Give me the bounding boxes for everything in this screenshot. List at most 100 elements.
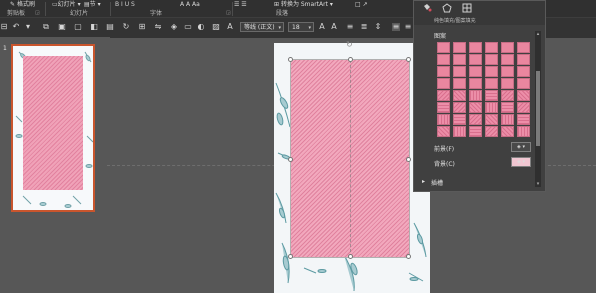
pattern-swatch[interactable] [437, 42, 450, 53]
pattern-swatch[interactable] [501, 42, 514, 53]
pattern-swatch[interactable] [469, 126, 482, 137]
pattern-swatch[interactable] [453, 102, 466, 113]
pattern-swatch[interactable] [501, 114, 514, 125]
rotate-icon[interactable]: ↻ [122, 23, 130, 31]
background-color-button[interactable]: ◈ ▾ [511, 157, 531, 167]
effects-pentagon-icon[interactable] [442, 3, 452, 13]
shape-icons[interactable]: □ ↗ [355, 1, 368, 8]
scroll-up-icon[interactable]: ▴ [535, 31, 541, 37]
pattern-swatch[interactable] [517, 114, 530, 125]
pattern-swatch[interactable] [485, 54, 498, 65]
pattern-swatch[interactable] [437, 54, 450, 65]
pattern-swatch[interactable] [469, 66, 482, 77]
pattern-swatch[interactable] [437, 114, 450, 125]
line-spacing-icon[interactable]: ⇕ [374, 23, 382, 31]
shape-fill-icon[interactable]: ◈ [170, 23, 178, 31]
panel-scrollbar[interactable]: ▴ ▾ [535, 31, 541, 187]
resize-handle-top-left[interactable] [288, 57, 293, 62]
resize-handle-bottom-right[interactable] [406, 254, 411, 259]
redo-icon[interactable]: ▾ [24, 23, 32, 31]
pattern-swatch[interactable] [469, 102, 482, 113]
arrange-icon[interactable]: ▤ [106, 23, 114, 31]
pattern-swatch[interactable] [437, 78, 450, 89]
pattern-swatch[interactable] [501, 66, 514, 77]
pattern-swatch[interactable] [469, 54, 482, 65]
new-slide-button[interactable]: ▭幻灯片 ▾ [52, 1, 81, 8]
pattern-swatch[interactable] [501, 126, 514, 137]
pattern-swatch[interactable] [517, 54, 530, 65]
pattern-swatch[interactable] [485, 66, 498, 77]
pattern-swatch[interactable] [469, 90, 482, 101]
numbering-icon[interactable]: ≣ [360, 23, 368, 31]
pattern-swatch[interactable] [453, 54, 466, 65]
pattern-swatch[interactable] [453, 66, 466, 77]
resize-handle-bottom-left[interactable] [288, 254, 293, 259]
clipboard-launcher-icon[interactable]: ◲ [35, 10, 40, 16]
picture-icon[interactable]: ▨ [212, 23, 220, 31]
pattern-swatch[interactable] [517, 42, 530, 53]
font-launcher-icon[interactable]: ◲ [226, 10, 231, 16]
resize-handle-top[interactable] [348, 57, 353, 62]
font-size-combo[interactable]: 18 ▾ [288, 22, 314, 32]
pattern-swatch[interactable] [437, 66, 450, 77]
pattern-swatch[interactable] [437, 102, 450, 113]
resize-handle-left[interactable] [288, 157, 293, 162]
bullets-icon[interactable]: ≡ [346, 23, 354, 31]
pattern-swatch[interactable] [453, 42, 466, 53]
pattern-swatch[interactable] [485, 90, 498, 101]
insert-section-label[interactable]: 插槽 [431, 178, 443, 187]
start-icon[interactable]: ⊟ [0, 23, 8, 31]
fill-line-icon[interactable] [422, 3, 432, 13]
pattern-swatch[interactable] [437, 90, 450, 101]
pattern-swatch[interactable] [501, 90, 514, 101]
section-button[interactable]: ▤节 ▾ [84, 1, 101, 8]
pattern-swatch[interactable] [469, 114, 482, 125]
pattern-swatch[interactable] [501, 78, 514, 89]
pattern-swatch[interactable] [485, 78, 498, 89]
resize-handle-right[interactable] [406, 157, 411, 162]
increase-font-icon[interactable]: A [318, 23, 326, 31]
pattern-swatch[interactable] [517, 90, 530, 101]
paste-icon[interactable]: ▣ [58, 23, 66, 31]
pattern-swatch[interactable] [485, 126, 498, 137]
font-color-icon[interactable]: A [226, 23, 234, 31]
pattern-swatch[interactable] [517, 102, 530, 113]
group-icon[interactable]: ⊞ [138, 23, 146, 31]
font-name-combo[interactable]: 等线 (正文) ▾ [240, 22, 284, 32]
pattern-swatch[interactable] [517, 126, 530, 137]
foreground-color-button[interactable]: ◈ ▾ [511, 142, 531, 152]
paragraph-list-icons[interactable]: ☰ ☰ [234, 1, 247, 8]
scroll-down-icon[interactable]: ▾ [535, 181, 541, 187]
font-tools-icons[interactable]: A A Aa [180, 1, 200, 8]
pattern-swatch[interactable] [453, 78, 466, 89]
outline-icon[interactable]: ▭ [184, 23, 192, 31]
size-properties-icon[interactable] [462, 3, 472, 13]
pattern-swatch[interactable] [469, 78, 482, 89]
slide-thumbnail[interactable] [11, 44, 95, 212]
pattern-swatch[interactable] [453, 90, 466, 101]
pattern-swatch[interactable] [517, 66, 530, 77]
justify-icon[interactable]: ≡ [404, 23, 412, 31]
scroll-thumb[interactable] [536, 71, 540, 146]
pattern-swatch[interactable] [501, 102, 514, 113]
flip-icon[interactable]: ⇋ [154, 23, 162, 31]
decrease-font-icon[interactable]: A [330, 23, 338, 31]
pattern-swatch[interactable] [501, 54, 514, 65]
pattern-swatch[interactable] [453, 114, 466, 125]
bold-italic-tools[interactable]: B I U S [115, 1, 135, 8]
convert-smartart-button[interactable]: ⊞ 转换为 SmartArt ▾ [274, 1, 333, 8]
effects-icon[interactable]: ◐ [197, 23, 205, 31]
pattern-swatch[interactable] [469, 42, 482, 53]
pattern-swatch[interactable] [485, 114, 498, 125]
pattern-swatch[interactable] [485, 102, 498, 113]
resize-handle-top-right[interactable] [406, 57, 411, 62]
align-center-icon[interactable]: ≡ [392, 23, 400, 31]
crop-icon[interactable]: ▢ [74, 23, 82, 31]
expand-arrow-icon[interactable]: ▸ [422, 178, 425, 185]
copy-icon[interactable]: ⧉ [42, 23, 50, 31]
resize-handle-bottom[interactable] [348, 254, 353, 259]
format-painter-button[interactable]: ✎ 格式刷 [10, 1, 35, 8]
pattern-swatch[interactable] [437, 126, 450, 137]
rotate-handle-icon[interactable]: ↻ [346, 41, 354, 49]
pattern-swatch[interactable] [485, 42, 498, 53]
